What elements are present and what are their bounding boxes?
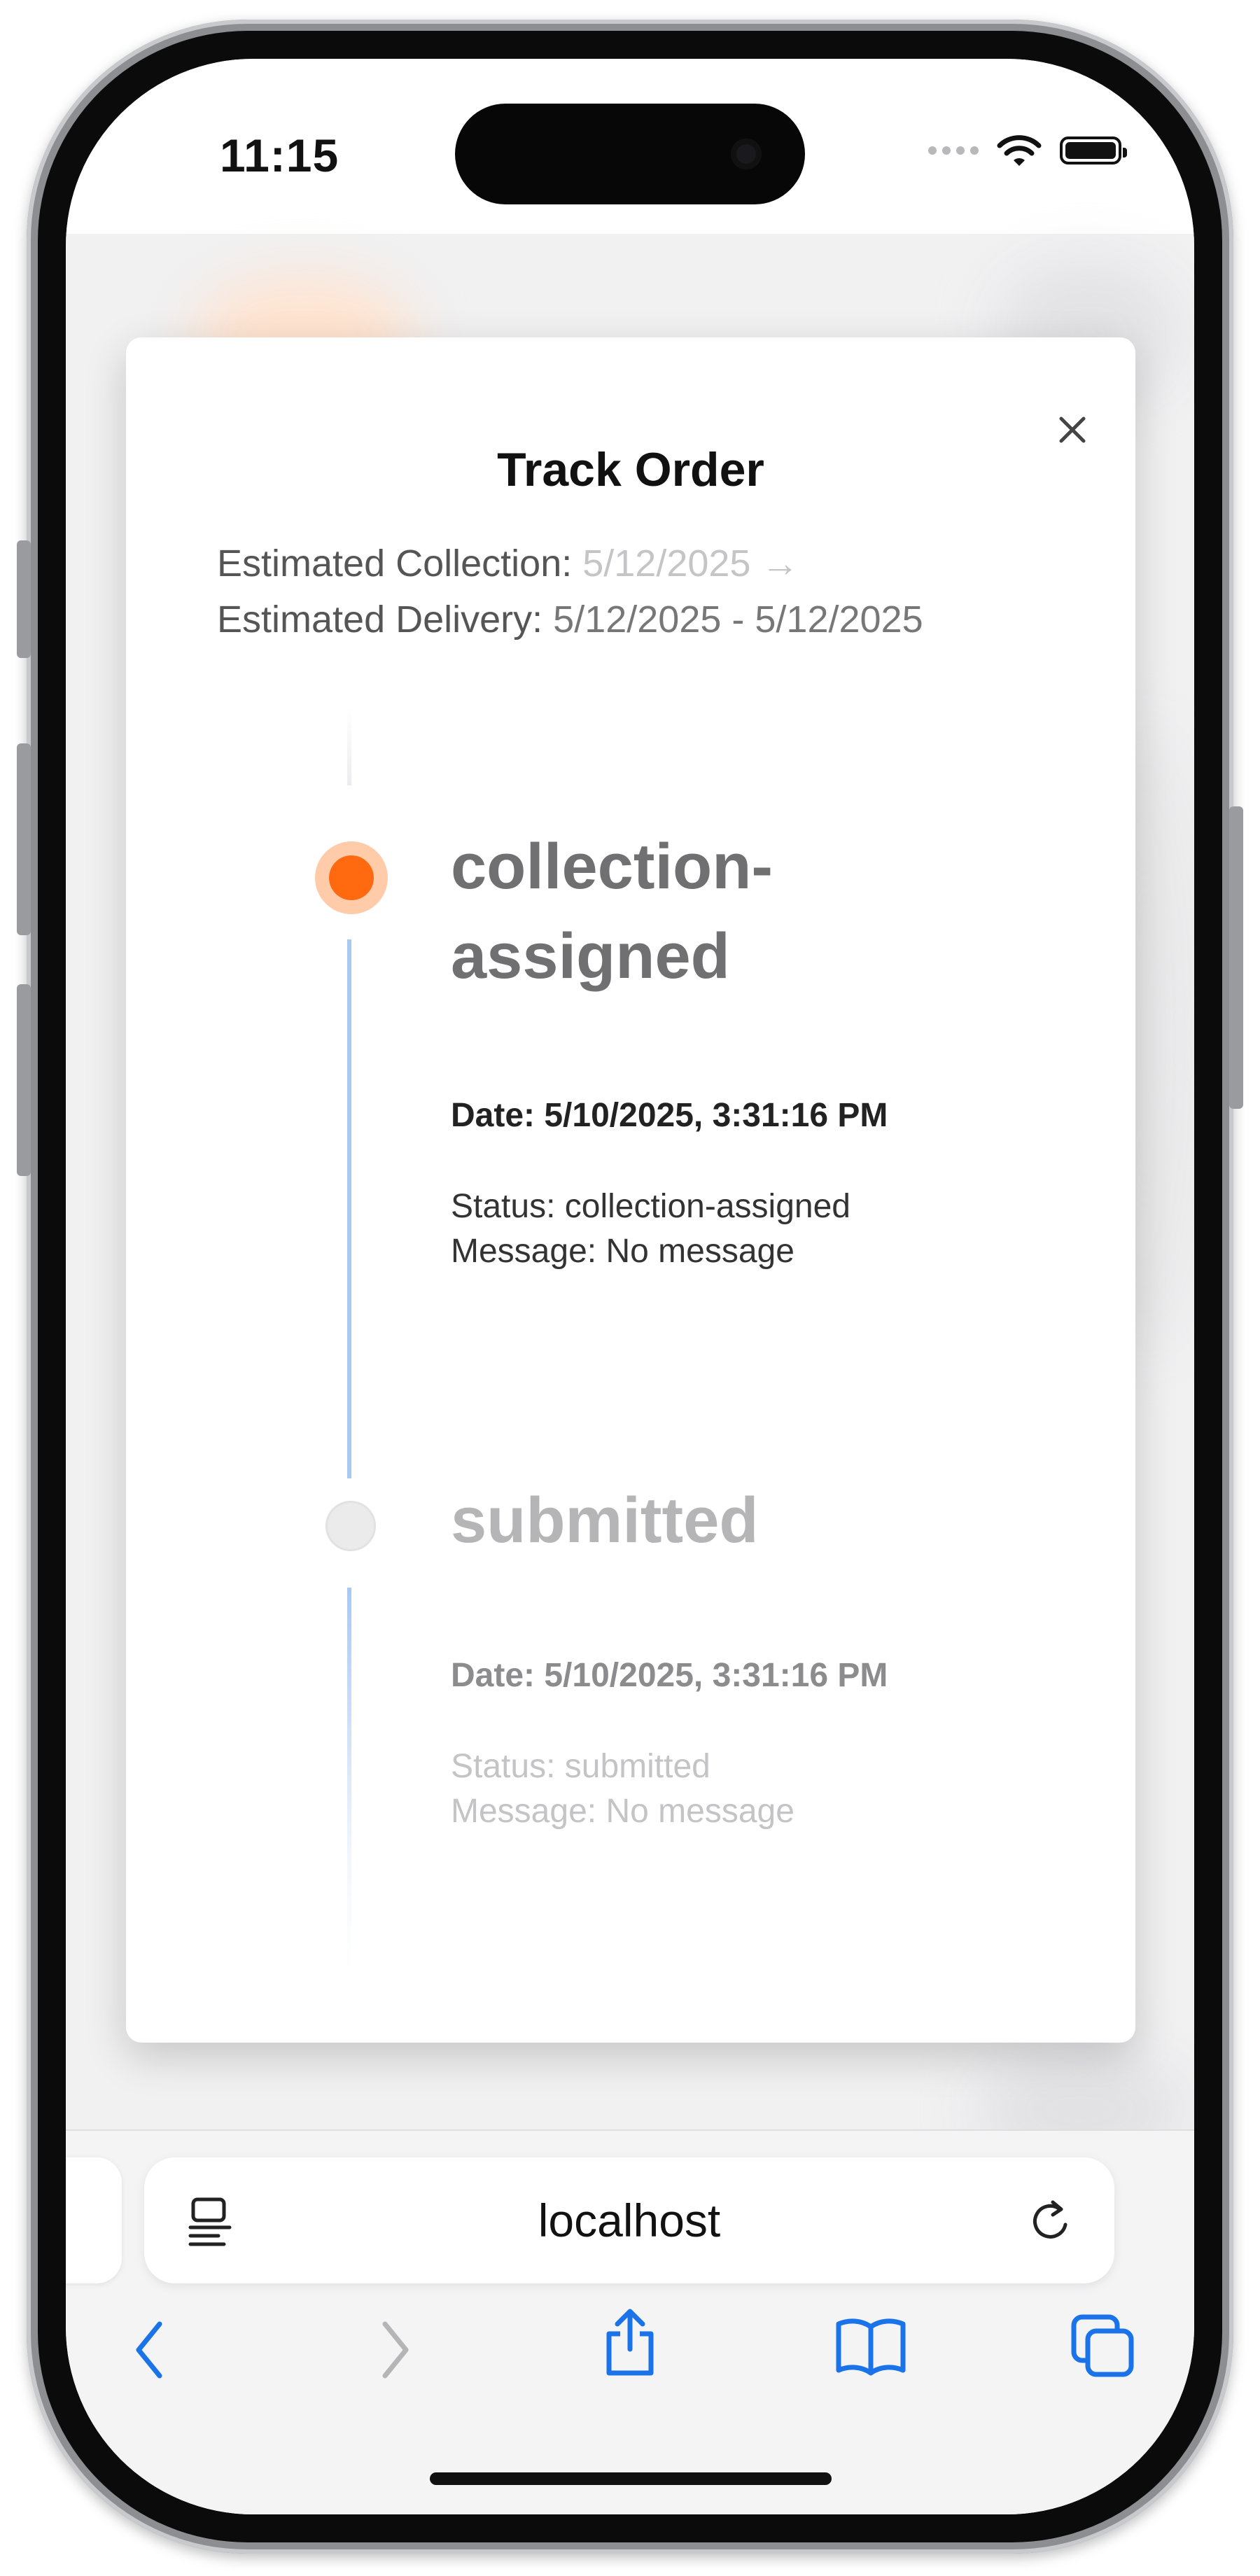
estimated-collection-value: 5/12/2025 →: [582, 542, 799, 584]
timeline-event-title: collection- assigned: [451, 822, 773, 1001]
wifi-icon: [997, 135, 1042, 166]
dynamic-island: [455, 104, 805, 204]
estimated-collection: Estimated Collection: 5/12/2025 →: [217, 542, 799, 585]
screen: 11:15 Track Order Estimated Collection: …: [66, 59, 1194, 2514]
timeline-dot-inactive: [326, 1501, 376, 1551]
modal-title: Track Order: [497, 443, 764, 496]
event-title-line: assigned: [451, 920, 730, 992]
timeline-event-status: Status: submitted: [451, 1748, 710, 1785]
status-time: 11:15: [220, 130, 340, 181]
event-title-line: collection-: [451, 831, 774, 902]
power-button: [1229, 806, 1243, 1109]
estimated-delivery-label: Estimated Delivery:: [217, 598, 554, 640]
timeline-event-title: submitted: [451, 1485, 759, 1556]
timeline-dot-active: [315, 841, 388, 914]
volume-down-button: [17, 984, 31, 1176]
back-icon[interactable]: [129, 2318, 171, 2381]
timeline-line: [347, 939, 351, 1478]
estimated-delivery-value: 5/12/2025 - 5/12/2025: [553, 598, 923, 640]
timeline-event-message: Message: No message: [451, 1793, 794, 1830]
timeline-event-date: Date: 5/10/2025, 3:31:16 PM: [451, 1097, 888, 1134]
tabs-icon[interactable]: [1070, 2313, 1137, 2380]
timeline-event-message: Message: No message: [451, 1233, 794, 1270]
front-camera: [731, 139, 762, 169]
url-text[interactable]: localhost: [144, 2194, 1114, 2247]
forward-icon[interactable]: [374, 2318, 416, 2381]
close-icon[interactable]: [1051, 409, 1093, 451]
timeline-line-top: [347, 708, 351, 785]
estimated-collection-label: Estimated Collection:: [217, 542, 583, 584]
timeline-event-status: Status: collection-assigned: [451, 1188, 850, 1225]
track-order-modal: Track Order Estimated Collection: 5/12/2…: [126, 337, 1135, 2043]
home-indicator: [430, 2472, 832, 2485]
previous-tab-peek[interactable]: [66, 2157, 122, 2283]
status-bar: 11:15: [66, 59, 1194, 234]
share-icon[interactable]: [601, 2306, 659, 2379]
action-button: [17, 540, 31, 658]
signal-dots-icon: [928, 146, 979, 155]
timeline-event-date: Date: 5/10/2025, 3:31:16 PM: [451, 1657, 888, 1694]
address-bar[interactable]: localhost: [144, 2157, 1114, 2283]
status-indicators: [928, 133, 1127, 168]
estimated-delivery: Estimated Delivery: 5/12/2025 - 5/12/202…: [217, 598, 923, 641]
battery-icon: [1060, 136, 1127, 164]
volume-up-button: [17, 743, 31, 935]
reload-icon[interactable]: [1028, 2197, 1077, 2246]
bookmarks-icon[interactable]: [834, 2317, 907, 2376]
timeline-line: [347, 1588, 351, 1973]
